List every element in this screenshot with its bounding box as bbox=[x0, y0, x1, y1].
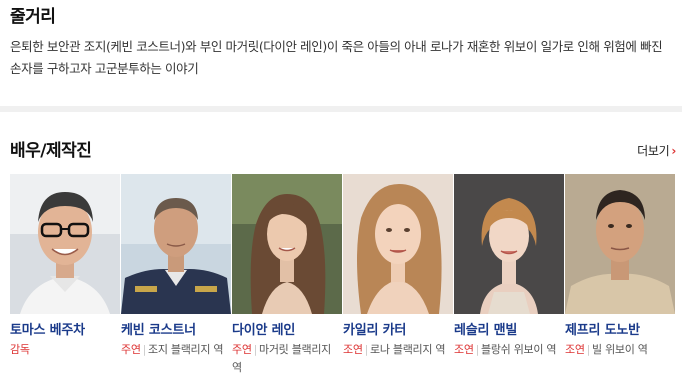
cast-meta: 조연 | 로나 블랙리지 역 bbox=[343, 343, 446, 356]
cast-role: 빌 위보이 역 bbox=[592, 343, 648, 356]
cast-name: 레슬리 맨빌 bbox=[454, 323, 518, 338]
cast-meta: 주연 | 마거릿 블랙리지 역 bbox=[232, 343, 331, 374]
cast-name: 다이안 레인 bbox=[232, 323, 296, 338]
cast-meta: 감독 bbox=[10, 341, 120, 359]
more-link[interactable]: 더보기 › bbox=[637, 142, 676, 159]
cast-list: 토마스 베주차 감독 케빈 코스트너 주연 | 조지 블랙리지 역 다이안 레인… bbox=[10, 174, 675, 377]
cast-meta: 조연 | 블랑쉬 위보이 역 bbox=[454, 343, 557, 356]
cast-card[interactable]: 제프리 도노반 조연 | 빌 위보이 역 bbox=[565, 174, 675, 377]
cast-name: 토마스 베주차 bbox=[10, 323, 85, 338]
cast-card[interactable]: 다이안 레인 주연 | 마거릿 블랙리지 역 bbox=[232, 174, 342, 377]
cast-photo bbox=[343, 174, 453, 314]
cast-role-type: 주연 bbox=[232, 343, 252, 356]
cast-role-type: 조연 bbox=[454, 343, 474, 356]
synopsis-title: 줄거리 bbox=[10, 7, 56, 27]
cast-card[interactable]: 토마스 베주차 감독 bbox=[10, 174, 120, 377]
cast-photo bbox=[565, 174, 675, 314]
cast-card[interactable]: 케빈 코스트너 주연 | 조지 블랙리지 역 bbox=[121, 174, 231, 377]
synopsis-text: 은퇴한 보안관 조지(케빈 코스트너)와 부인 마거릿(다이안 레인)이 죽은 … bbox=[10, 39, 663, 76]
cast-name: 카일리 카터 bbox=[343, 323, 407, 338]
cast-role: 조지 블랙리지 역 bbox=[148, 343, 224, 356]
cast-role: 블랑쉬 위보이 역 bbox=[481, 343, 557, 356]
synopsis-section: 줄거리 은퇴한 보안관 조지(케빈 코스트너)와 부인 마거릿(다이안 레인)이… bbox=[0, 0, 682, 108]
cast-meta: 주연 | 조지 블랙리지 역 bbox=[121, 343, 224, 356]
more-link-label: 더보기 bbox=[637, 144, 670, 158]
cast-card[interactable]: 카일리 카터 조연 | 로나 블랙리지 역 bbox=[343, 174, 453, 377]
cast-role-type: 감독 bbox=[10, 343, 30, 356]
cast-photo bbox=[10, 174, 120, 314]
cast-title: 배우/제작진 bbox=[10, 141, 92, 161]
cast-card[interactable]: 레슬리 맨빌 조연 | 블랑쉬 위보이 역 bbox=[454, 174, 564, 377]
chevron-right-icon: › bbox=[671, 143, 676, 158]
cast-role: 로나 블랙리지 역 bbox=[370, 343, 446, 356]
cast-name: 제프리 도노반 bbox=[565, 323, 640, 338]
cast-role-type: 조연 bbox=[565, 343, 585, 356]
cast-meta: 조연 | 빌 위보이 역 bbox=[565, 343, 648, 356]
cast-photo bbox=[454, 174, 564, 314]
cast-photo bbox=[121, 174, 231, 314]
cast-name: 케빈 코스트너 bbox=[121, 323, 196, 338]
cast-photo bbox=[232, 174, 342, 314]
cast-section: 배우/제작진 더보기 › 토마스 베주차 감독 케빈 코스트너 주연 | 조지 … bbox=[0, 112, 682, 378]
cast-role-type: 조연 bbox=[343, 343, 363, 356]
cast-role-type: 주연 bbox=[121, 343, 141, 356]
